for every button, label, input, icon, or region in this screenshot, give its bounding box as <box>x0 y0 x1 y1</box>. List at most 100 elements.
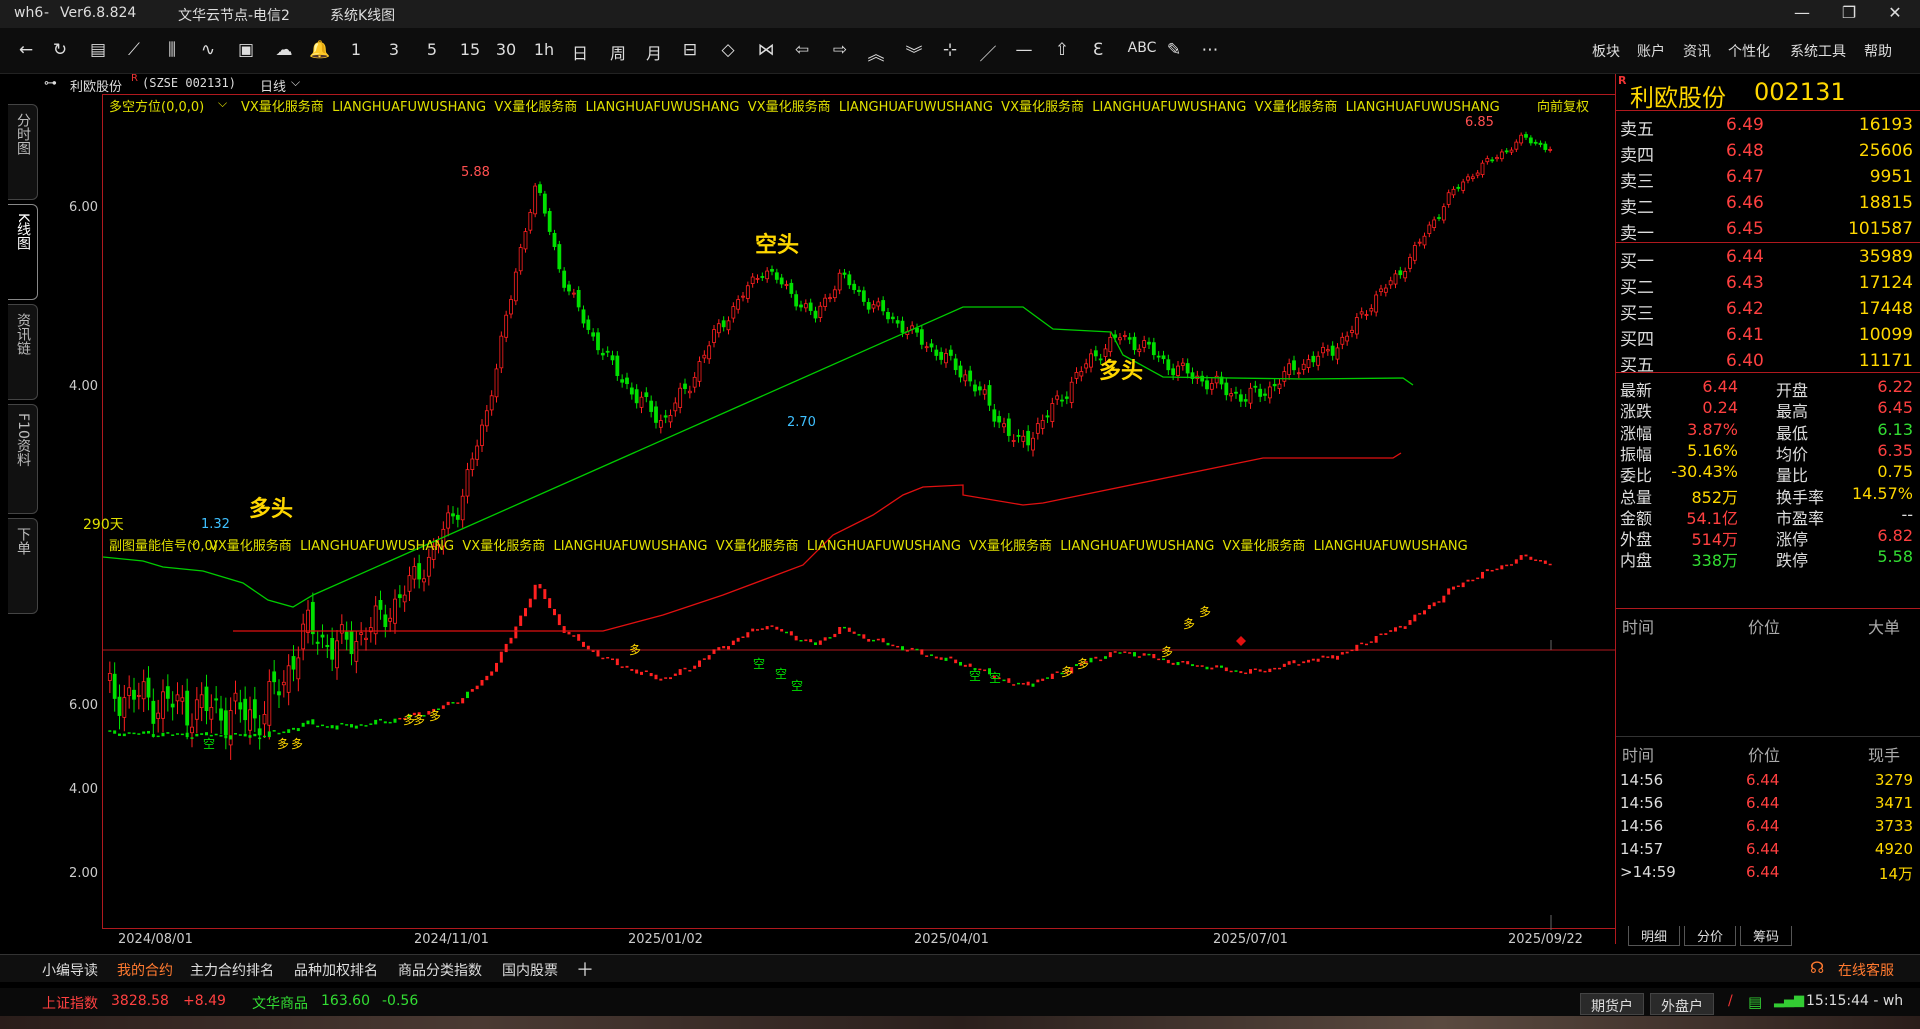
terminal-icon[interactable]: ▤ <box>1748 993 1762 1011</box>
left-icon[interactable]: ⇦ <box>788 40 816 60</box>
tab-kline[interactable]: K线图 <box>8 204 38 300</box>
bid-label: 买一 <box>1620 252 1654 272</box>
more-icon[interactable]: ⋯ <box>1196 40 1224 60</box>
ask-row[interactable]: 卖四 6.48 25606 <box>1616 138 1920 166</box>
tab-timeshare[interactable]: 分时图 <box>8 104 38 200</box>
menu-help[interactable]: 帮助 <box>1864 41 1892 61</box>
zoom-out-icon[interactable]: ⋈ <box>752 40 780 60</box>
sub-candle <box>1384 633 1388 635</box>
period-5[interactable]: 5 <box>418 40 446 59</box>
bid-row[interactable]: 买三 6.42 17448 <box>1616 296 1920 324</box>
candle <box>1316 355 1321 366</box>
period-month[interactable]: 月 <box>640 40 668 64</box>
period-day[interactable]: 日 <box>566 40 594 64</box>
bell-icon[interactable]: 🔔 <box>306 40 334 60</box>
draw-line-icon[interactable]: ／ <box>974 40 1002 65</box>
refresh-icon[interactable]: ↻ <box>46 40 74 60</box>
candle <box>426 556 431 577</box>
kline-svg[interactable] <box>103 95 1616 930</box>
link-icon[interactable]: ⊶ <box>44 76 57 91</box>
up-icon[interactable]: ︽ <box>862 40 890 65</box>
futures-account-button[interactable]: 期货户 <box>1580 993 1644 1015</box>
tab-chips[interactable]: 筹码 <box>1740 926 1792 946</box>
tab-news-chain[interactable]: 资讯链 <box>8 304 38 400</box>
bid-row[interactable]: 买一 6.44 35989 <box>1616 244 1920 272</box>
adjust-mode[interactable]: 向前复权 <box>1537 96 1589 115</box>
sub-candle <box>1287 661 1291 665</box>
zoom-in-icon[interactable]: ◇ <box>714 40 742 60</box>
main-indicator-name[interactable]: 多空方位(0,0,0) <box>109 96 204 115</box>
period-week[interactable]: 周 <box>604 40 632 64</box>
sub-indicator-chevron-icon[interactable]: ⌵ <box>189 535 198 550</box>
text-tool-icon[interactable]: Ɛ <box>1084 40 1112 60</box>
crosshair-icon[interactable]: ⊹ <box>936 40 964 60</box>
restore-icon[interactable]: ❐ <box>1834 3 1864 22</box>
menu-tools[interactable]: 系统工具 <box>1790 41 1846 61</box>
index2-name[interactable]: 文华商品 <box>252 993 308 1013</box>
candle <box>581 309 586 324</box>
pen-icon[interactable]: ✎ <box>1160 40 1188 60</box>
period-30[interactable]: 30 <box>492 40 520 59</box>
indicator-chevron-icon[interactable]: ⌵ <box>218 96 227 111</box>
list-icon[interactable]: ▤ <box>84 40 112 60</box>
tab-f10[interactable]: F10资料 <box>8 404 38 514</box>
menu-news[interactable]: 资讯 <box>1683 41 1711 61</box>
tab-my-contracts[interactable]: 我的合约 <box>117 960 173 980</box>
sub-indicator-name[interactable]: 副图量能信号(0,0) <box>109 535 218 554</box>
period-select[interactable]: 日线 <box>260 76 286 95</box>
sub-candle <box>1041 678 1045 681</box>
ad-text: LIANGHUAFUWUSHANG <box>838 100 993 115</box>
symbol-name[interactable]: 利欧股份 <box>70 76 122 95</box>
period-3[interactable]: 3 <box>380 40 408 59</box>
tick-row[interactable]: >14:59 6.44 14万 <box>1616 860 1920 886</box>
ask-row[interactable]: 卖五 6.49 16193 <box>1616 112 1920 140</box>
foreign-account-button[interactable]: 外盘户 <box>1650 993 1714 1015</box>
candle <box>1533 141 1538 144</box>
ask-row[interactable]: 卖一 6.45 101587 <box>1616 216 1920 244</box>
bid-row[interactable]: 买五 6.40 11171 <box>1616 348 1920 376</box>
tab-commodity-index[interactable]: 商品分类指数 <box>398 960 482 980</box>
back-icon[interactable]: ← <box>12 40 40 60</box>
down-icon[interactable]: ︾ <box>900 40 928 65</box>
tab-detail[interactable]: 明细 <box>1628 926 1680 946</box>
abc-icon[interactable]: ABC <box>1122 40 1162 56</box>
candle-icon[interactable]: ⫼ <box>158 40 186 60</box>
bid-price: 6.44 <box>1726 247 1764 267</box>
tab-domestic-stocks[interactable]: 国内股票 <box>502 960 558 980</box>
sub-candle <box>1432 602 1436 607</box>
custom-period-icon[interactable]: ⊟ <box>676 40 704 60</box>
chart-area[interactable]: 多空方位(0,0,0) ⌵ VX量化服务商 LIANGHUAFUWUSHANG … <box>83 94 1616 930</box>
period-15[interactable]: 15 <box>456 40 484 59</box>
period-1h[interactable]: 1h <box>530 40 558 59</box>
headset-icon[interactable]: ☊ <box>1810 958 1824 977</box>
tab-main-contract-rank[interactable]: 主力合约排名 <box>190 960 274 980</box>
tab-price-dist[interactable]: 分价 <box>1684 926 1736 946</box>
sub-candle <box>949 656 953 659</box>
chevron-down-icon[interactable]: ⌵ <box>291 75 300 90</box>
tab-weighted-rank[interactable]: 品种加权排名 <box>294 960 378 980</box>
index1-name[interactable]: 上证指数 <box>42 993 98 1013</box>
minimize-icon[interactable]: — <box>1787 3 1817 22</box>
tab-editor-guide[interactable]: 小编导读 <box>42 960 98 980</box>
close-icon[interactable]: ✕ <box>1880 3 1910 22</box>
cloud-icon[interactable]: ☁ <box>270 40 298 60</box>
menu-sector[interactable]: 板块 <box>1592 41 1620 61</box>
ask-row[interactable]: 卖二 6.46 18815 <box>1616 190 1920 218</box>
screen-icon[interactable]: ▣ <box>232 40 260 60</box>
right-icon[interactable]: ⇨ <box>826 40 854 60</box>
menu-account[interactable]: 账户 <box>1637 41 1665 61</box>
menu-personalize[interactable]: 个性化 <box>1728 41 1770 61</box>
bid-row[interactable]: 买四 6.41 10099 <box>1616 322 1920 350</box>
online-service[interactable]: 在线客服 <box>1838 960 1894 980</box>
add-tab-icon[interactable]: ＋ <box>576 956 594 982</box>
ad-text: VX量化服务商 <box>969 539 1052 554</box>
tab-order[interactable]: 下单 <box>8 518 38 614</box>
trend-icon[interactable]: ⟋ <box>120 40 148 60</box>
indicator-icon[interactable]: ∿ <box>194 40 222 60</box>
bid-row[interactable]: 买二 6.43 17124 <box>1616 270 1920 298</box>
x-tick: 2025/01/02 <box>628 932 703 947</box>
hline-icon[interactable]: — <box>1010 40 1038 60</box>
period-1[interactable]: 1 <box>342 40 370 59</box>
ask-row[interactable]: 卖三 6.47 9951 <box>1616 164 1920 192</box>
arrow-up-icon[interactable]: ⇧ <box>1048 40 1076 60</box>
